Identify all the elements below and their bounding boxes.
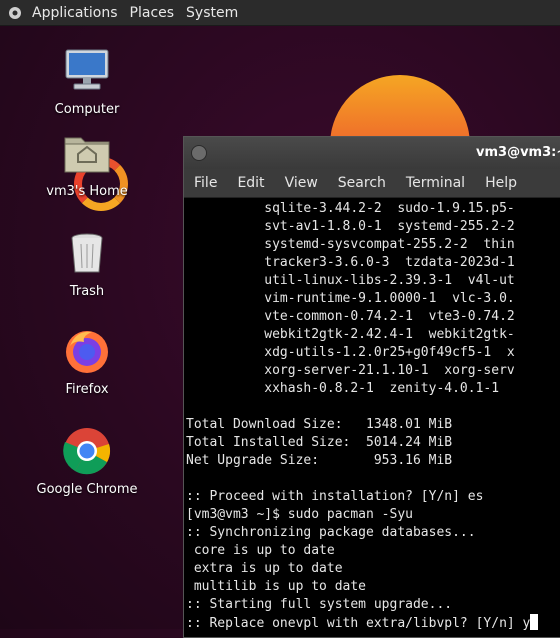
terminal-window[interactable]: vm3@vm3:~ File Edit View Search Terminal… xyxy=(183,136,560,638)
terminal-title: vm3@vm3:~ xyxy=(476,145,560,160)
terminal-line: :: Synchronizing package databases... xyxy=(186,525,476,540)
desktop-icon-label: Computer xyxy=(54,102,120,117)
top-panel: Applications Places System xyxy=(0,0,560,26)
applications-menu[interactable]: Applications xyxy=(26,5,124,21)
system-menu[interactable]: System xyxy=(180,5,244,21)
terminal-output[interactable]: sqlite-3.44.2-2 sudo-1.9.15.p5- svt-av1-… xyxy=(184,198,560,637)
desktop-icon-firefox[interactable]: Firefox xyxy=(32,326,142,397)
menu-edit[interactable]: Edit xyxy=(227,175,274,191)
menu-help[interactable]: Help xyxy=(475,175,527,191)
desktop-icon-label: Trash xyxy=(69,284,105,299)
terminal-line: sqlite-3.44.2-2 sudo-1.9.15.p5- xyxy=(186,201,515,216)
desktop-icon-computer[interactable]: Computer xyxy=(32,46,142,117)
terminal-line: vte-common-0.74.2-1 vte3-0.74.2 xyxy=(186,309,515,324)
terminal-line: svt-av1-1.8.0-1 systemd-255.2-2 xyxy=(186,219,515,234)
terminal-line: Total Installed Size: 5014.24 MiB xyxy=(186,435,453,450)
terminal-menubar: File Edit View Search Terminal Help xyxy=(184,169,560,198)
terminal-line: xxhash-0.8.2-1 zenity-4.0.1-1 xyxy=(186,381,500,396)
terminal-line: :: Starting full system upgrade... xyxy=(186,597,453,612)
desktop-icon-home[interactable]: vm3's Home xyxy=(32,128,142,199)
terminal-line: :: Replace onevpl with extra/libvpl? [Y/… xyxy=(186,614,560,632)
desktop-icon-label: vm3's Home xyxy=(46,184,128,199)
terminal-line: util-linux-libs-2.39.3-1 v4l-ut xyxy=(186,273,515,288)
desktop-icon-chrome[interactable]: Google Chrome xyxy=(32,426,142,497)
desktop-icon-trash[interactable]: Trash xyxy=(32,228,142,299)
window-menu-button[interactable] xyxy=(191,145,207,161)
home-folder-icon xyxy=(64,137,110,173)
firefox-icon xyxy=(66,331,108,373)
apps-menu-icon[interactable] xyxy=(8,6,22,20)
terminal-line: systemd-sysvcompat-255.2-2 thin xyxy=(186,237,515,252)
terminal-line: tracker3-3.6.0-3 tzdata-2023d-1 xyxy=(186,255,515,270)
terminal-line: webkit2gtk-2.42.4-1 webkit2gtk- xyxy=(186,327,515,342)
menu-search[interactable]: Search xyxy=(328,175,396,191)
terminal-line: core is up to date xyxy=(186,543,335,558)
places-menu[interactable]: Places xyxy=(124,5,181,21)
terminal-line: :: Proceed with installation? [Y/n] es xyxy=(186,489,484,504)
terminal-line: vim-runtime-9.1.0000-1 vlc-3.0. xyxy=(186,291,515,306)
computer-icon xyxy=(65,49,109,90)
terminal-line: Net Upgrade Size: 953.16 MiB xyxy=(186,453,453,468)
terminal-line: extra is up to date xyxy=(186,561,343,576)
menu-view[interactable]: View xyxy=(275,175,328,191)
menu-file[interactable]: File xyxy=(184,175,227,191)
terminal-line: Total Download Size: 1348.01 MiB xyxy=(186,417,453,432)
terminal-line: xorg-server-21.1.10-1 xorg-serv xyxy=(186,363,515,378)
terminal-titlebar[interactable]: vm3@vm3:~ xyxy=(184,137,560,169)
trash-icon xyxy=(71,233,103,273)
desktop-icon-label: Firefox xyxy=(65,382,109,397)
terminal-line: multilib is up to date xyxy=(186,579,367,594)
chrome-icon xyxy=(63,428,110,475)
desktop-icon-label: Google Chrome xyxy=(36,482,138,497)
menu-terminal[interactable]: Terminal xyxy=(396,175,475,191)
terminal-cursor xyxy=(530,614,539,630)
terminal-line: [vm3@vm3 ~]$ sudo pacman -Syu xyxy=(186,507,413,522)
terminal-line: xdg-utils-1.2.0r25+g0f49cf5-1 x xyxy=(186,345,515,360)
